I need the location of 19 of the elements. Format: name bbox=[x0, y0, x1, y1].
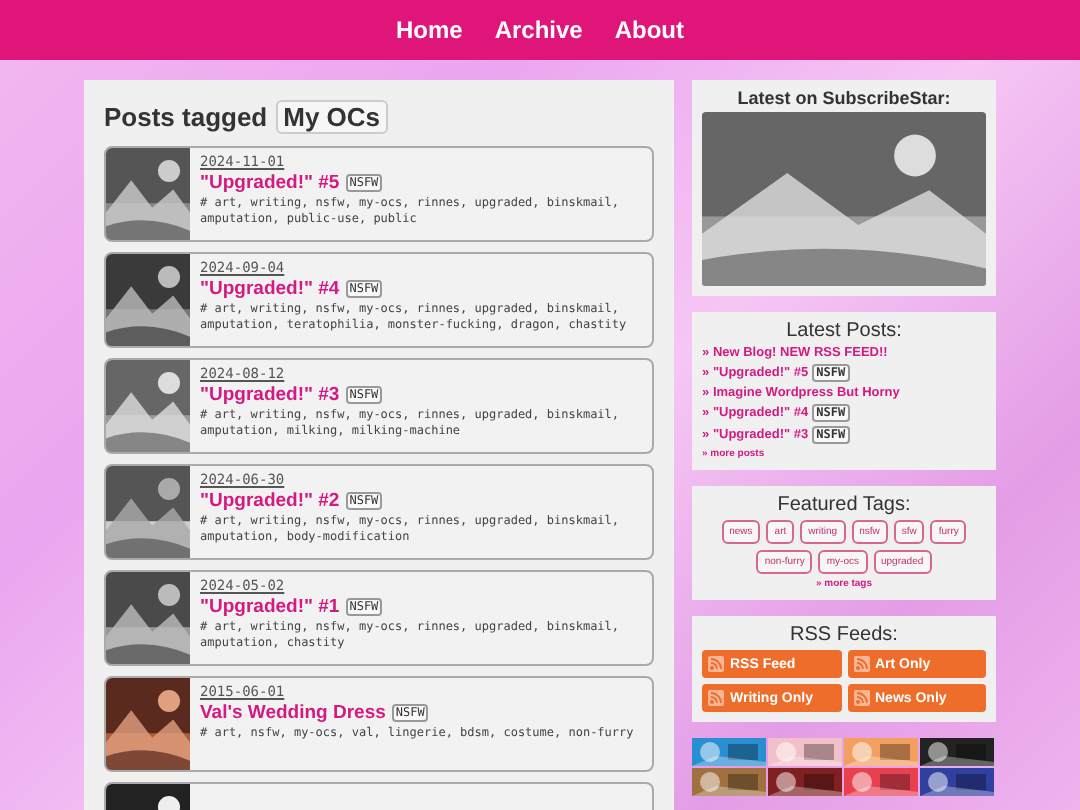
nav-link[interactable]: Home bbox=[395, 16, 463, 44]
feed-icon bbox=[708, 690, 724, 706]
post-title[interactable]: Val's Wedding Dress bbox=[200, 702, 386, 724]
nav-link[interactable]: Archive bbox=[494, 16, 583, 44]
post-title[interactable]: "Upgraded!" #2 bbox=[200, 490, 340, 512]
page-heading: Posts tagged bbox=[104, 102, 268, 132]
panel-title: Featured Tags: bbox=[777, 494, 911, 516]
nav-link[interactable]: About bbox=[614, 16, 685, 44]
panel-title: RSS Feeds: bbox=[790, 624, 898, 646]
feed-icon bbox=[853, 656, 869, 672]
post-title[interactable]: "Upgraded!" #3 bbox=[200, 384, 340, 406]
post-title[interactable]: "Upgraded!" #5 bbox=[200, 172, 340, 194]
feed-icon bbox=[853, 690, 869, 706]
feed-icon bbox=[708, 656, 724, 672]
tag-label: My OCs bbox=[275, 100, 389, 134]
panel-title: Latest Posts: bbox=[786, 320, 902, 342]
panel-title: Latest on SubscribeStar: bbox=[737, 88, 951, 108]
post-title[interactable]: "Upgraded!" #1 bbox=[200, 596, 340, 618]
post-title[interactable]: "Upgraded!" #4 bbox=[200, 278, 340, 300]
